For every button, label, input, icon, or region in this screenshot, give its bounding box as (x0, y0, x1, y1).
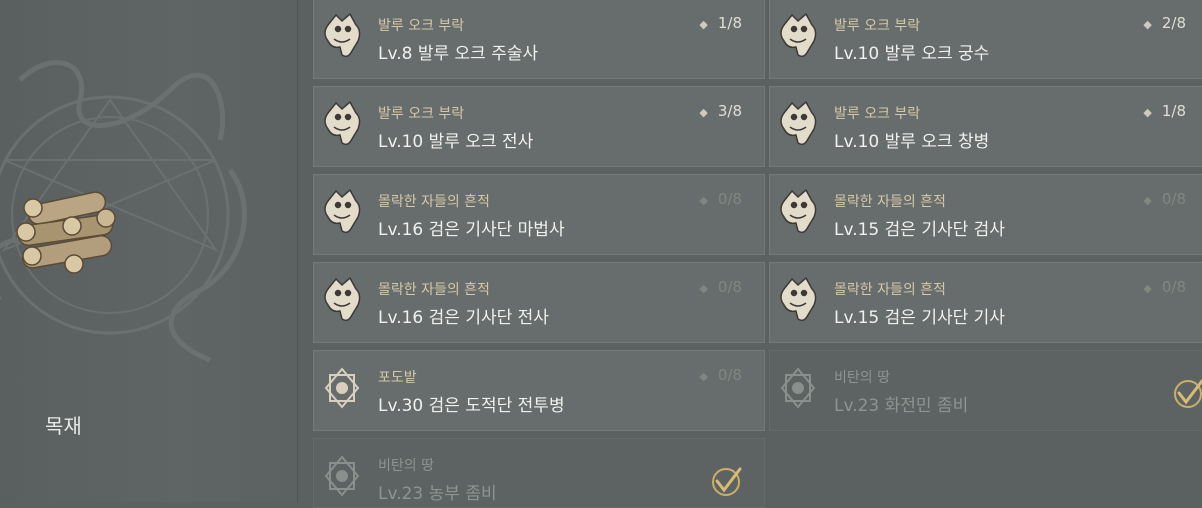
diamond-icon: ◆ (699, 18, 708, 31)
quest-category: 포도밭 (378, 370, 417, 386)
quest-progress: ◆ 0/8 (1143, 190, 1186, 208)
checkmark-icon (1172, 377, 1202, 411)
orc-head-icon (776, 11, 820, 61)
quest-progress-value: 0/8 (717, 278, 742, 296)
quest-category: 비탄의 땅 (834, 370, 890, 386)
quest-title: Lv.10 발루 오크 궁수 (834, 44, 990, 64)
quest-progress: ◆ 3/8 (699, 102, 742, 120)
quest-card[interactable]: 발루 오크 부락 Lv.8 발루 오크 주술사 ◆ 1/8 (313, 0, 765, 79)
diamond-icon: ◆ (699, 194, 708, 207)
diamond-icon: ◆ (1143, 282, 1152, 295)
checkmark-icon (710, 465, 744, 499)
quest-progress: ◆ 1/8 (1143, 102, 1186, 120)
item-name: 목재 (45, 414, 82, 438)
quest-progress-value: 0/8 (717, 366, 742, 384)
orc-head-icon (320, 99, 364, 149)
quest-card[interactable]: 포도밭 Lv.30 검은 도적단 전투병 ◆ 0/8 (313, 350, 765, 431)
star-emblem-icon (320, 363, 364, 413)
quest-card[interactable]: 몰락한 자들의 흔적 Lv.15 검은 기사단 기사 ◆ 0/8 (769, 262, 1202, 343)
diamond-icon: ◆ (1143, 194, 1152, 207)
quest-category: 몰락한 자들의 흔적 (834, 282, 946, 298)
quest-category: 발루 오크 부락 (378, 18, 465, 34)
quest-title: Lv.15 검은 기사단 검사 (834, 220, 1005, 240)
quest-card[interactable]: 발루 오크 부락 Lv.10 발루 오크 전사 ◆ 3/8 (313, 86, 765, 167)
quest-progress-value: 1/8 (717, 14, 742, 32)
quest-progress-value: 0/8 (717, 190, 742, 208)
quest-progress: ◆ 0/8 (699, 190, 742, 208)
quest-progress-value: 0/8 (1161, 278, 1186, 296)
quest-title: Lv.30 검은 도적단 전투병 (378, 396, 565, 416)
quest-card[interactable]: 발루 오크 부락 Lv.10 발루 오크 창병 ◆ 1/8 (769, 86, 1202, 167)
orc-head-icon (320, 187, 364, 237)
quest-category: 몰락한 자들의 흔적 (378, 282, 490, 298)
orc-head-icon (776, 187, 820, 237)
orc-head-icon (320, 275, 364, 325)
quest-progress: ◆ 2/8 (1143, 14, 1186, 32)
quest-card[interactable]: 몰락한 자들의 흔적 Lv.15 검은 기사단 검사 ◆ 0/8 (769, 174, 1202, 255)
quest-progress: ◆ 0/8 (699, 278, 742, 296)
diamond-icon: ◆ (699, 106, 708, 119)
quest-title: Lv.10 발루 오크 창병 (834, 132, 990, 152)
quest-category: 비탄의 땅 (378, 458, 434, 474)
quest-card[interactable]: 발루 오크 부락 Lv.10 발루 오크 궁수 ◆ 2/8 (769, 0, 1202, 79)
quest-progress-value: 1/8 (1161, 102, 1186, 120)
item-panel: 목재 (0, 0, 297, 502)
quest-title: Lv.23 화전민 좀비 (834, 396, 969, 416)
quest-title: Lv.8 발루 오크 주술사 (378, 44, 539, 64)
quest-title: Lv.23 농부 좀비 (378, 484, 497, 504)
star-emblem-icon (776, 363, 820, 413)
orc-head-icon (320, 11, 364, 61)
diamond-icon: ◆ (699, 282, 708, 295)
quest-title: Lv.10 발루 오크 전사 (378, 132, 534, 152)
quest-progress-value: 3/8 (717, 102, 742, 120)
quest-card[interactable]: 몰락한 자들의 흔적 Lv.16 검은 기사단 전사 ◆ 0/8 (313, 262, 765, 343)
wood-logs-icon (16, 191, 116, 274)
diamond-icon: ◆ (1143, 106, 1152, 119)
orc-head-icon (776, 99, 820, 149)
quest-progress: ◆ 0/8 (1143, 278, 1186, 296)
star-emblem-icon (320, 451, 364, 501)
quest-progress-value: 2/8 (1161, 14, 1186, 32)
quest-category: 몰락한 자들의 흔적 (378, 194, 490, 210)
quest-progress: ◆ 1/8 (699, 14, 742, 32)
diamond-icon: ◆ (699, 370, 708, 383)
quest-title: Lv.16 검은 기사단 전사 (378, 308, 549, 328)
quest-category: 발루 오크 부락 (834, 106, 921, 122)
quest-progress-value: 0/8 (1161, 190, 1186, 208)
orc-head-icon (776, 275, 820, 325)
quest-card[interactable]: 비탄의 땅 Lv.23 화전민 좀비 (769, 350, 1202, 431)
quest-category: 발루 오크 부락 (378, 106, 465, 122)
quest-category: 몰락한 자들의 흔적 (834, 194, 946, 210)
quest-progress: ◆ 0/8 (699, 366, 742, 384)
quest-category: 발루 오크 부락 (834, 18, 921, 34)
panel-divider (297, 0, 298, 502)
diamond-icon: ◆ (1143, 18, 1152, 31)
quest-card[interactable]: 비탄의 땅 Lv.23 농부 좀비 (313, 438, 765, 508)
quest-title: Lv.16 검은 기사단 마법사 (378, 220, 565, 240)
quest-card[interactable]: 몰락한 자들의 흔적 Lv.16 검은 기사단 마법사 ◆ 0/8 (313, 174, 765, 255)
quest-title: Lv.15 검은 기사단 기사 (834, 308, 1005, 328)
